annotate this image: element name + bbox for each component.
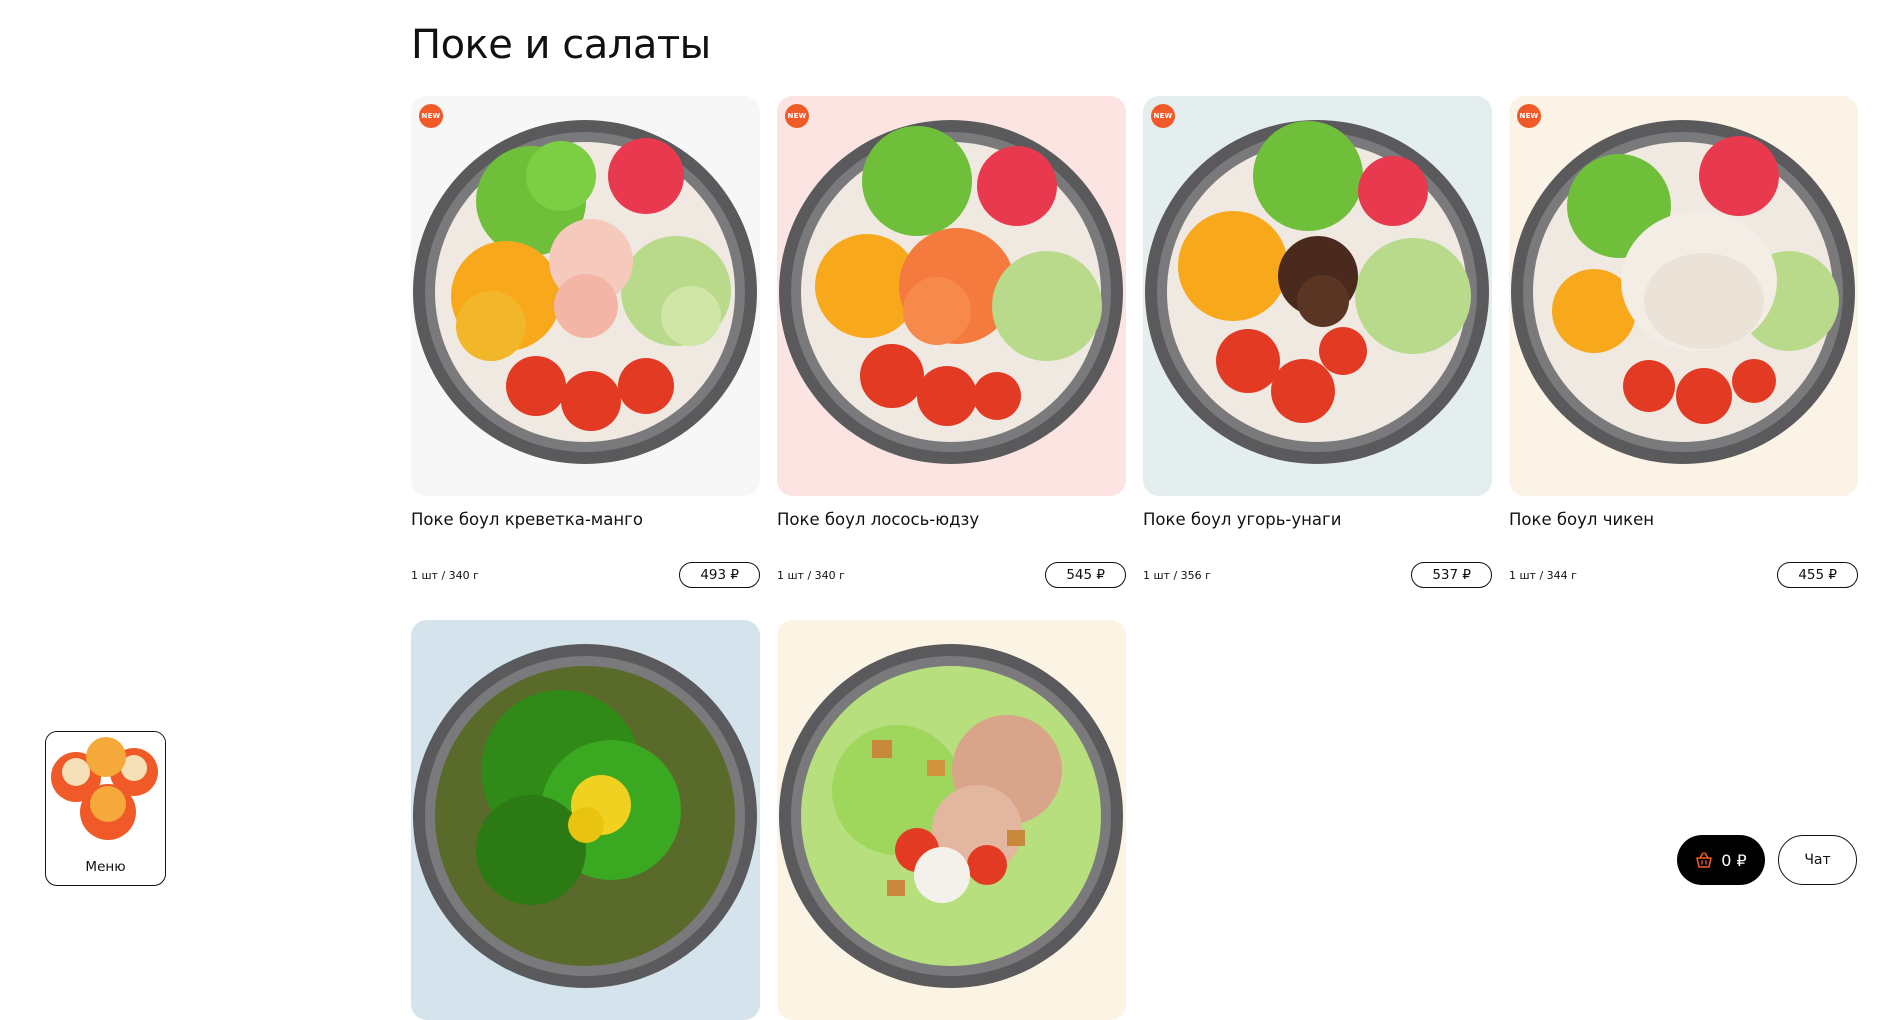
caesar-salad-image: [779, 644, 1123, 988]
poke-bowl-image: [1145, 120, 1489, 464]
cart-button[interactable]: 0 ₽: [1677, 835, 1765, 885]
new-badge: NEW: [1151, 104, 1175, 128]
product-title[interactable]: Поке боул угорь-унаги: [1143, 510, 1492, 562]
product-card[interactable]: [777, 620, 1126, 1020]
product-card[interactable]: [411, 620, 760, 1020]
product-footer: 1 шт / 340 г 545 ₽: [777, 562, 1126, 588]
product-image[interactable]: NEW: [1509, 96, 1858, 496]
product-grid: NEW Поке боул креветка-манго 1 шт / 340 …: [411, 96, 1858, 1020]
new-badge: NEW: [419, 104, 443, 128]
price-button[interactable]: 455 ₽: [1777, 562, 1858, 588]
menu-label: Меню: [85, 859, 126, 875]
product-title[interactable]: Поке боул креветка-манго: [411, 510, 760, 562]
product-title[interactable]: Поке боул лосось-юдзу: [777, 510, 1126, 562]
menu-widget[interactable]: Меню: [45, 731, 166, 886]
new-badge: NEW: [785, 104, 809, 128]
section-title: Поке и салаты: [411, 22, 711, 68]
product-image[interactable]: NEW: [1143, 96, 1492, 496]
product-card[interactable]: NEW Поке боул угорь-унаги 1 шт / 356 г 5…: [1143, 96, 1492, 588]
product-weight: 1 шт / 344 г: [1509, 568, 1577, 582]
price-button[interactable]: 537 ₽: [1411, 562, 1492, 588]
product-card[interactable]: NEW Поке боул чикен 1 шт / 344 г 455 ₽: [1509, 96, 1858, 588]
product-title[interactable]: Поке боул чикен: [1509, 510, 1858, 562]
product-image[interactable]: NEW: [777, 96, 1126, 496]
cart-total: 0 ₽: [1721, 850, 1747, 870]
poke-bowl-image: [779, 120, 1123, 464]
product-footer: 1 шт / 356 г 537 ₽: [1143, 562, 1492, 588]
poke-bowl-image: [1511, 120, 1855, 464]
product-image[interactable]: [777, 620, 1126, 1020]
seaweed-salad-image: [413, 644, 757, 988]
product-footer: 1 шт / 340 г 493 ₽: [411, 562, 760, 588]
price-button[interactable]: 545 ₽: [1045, 562, 1126, 588]
product-image[interactable]: NEW: [411, 96, 760, 496]
product-card[interactable]: NEW Поке боул креветка-манго 1 шт / 340 …: [411, 96, 760, 588]
product-weight: 1 шт / 356 г: [1143, 568, 1211, 582]
new-badge: NEW: [1517, 104, 1541, 128]
product-card[interactable]: NEW Поке боул лосось-юдзу 1 шт / 340 г 5…: [777, 96, 1126, 588]
chat-button[interactable]: Чат: [1778, 835, 1857, 885]
product-image[interactable]: [411, 620, 760, 1020]
product-weight: 1 шт / 340 г: [777, 568, 845, 582]
product-weight: 1 шт / 340 г: [411, 568, 479, 582]
price-button[interactable]: 493 ₽: [679, 562, 760, 588]
product-footer: 1 шт / 344 г 455 ₽: [1509, 562, 1858, 588]
sushi-rolls-thumbnail: [46, 732, 165, 847]
poke-bowl-image: [413, 120, 757, 464]
basket-icon: [1695, 851, 1713, 869]
